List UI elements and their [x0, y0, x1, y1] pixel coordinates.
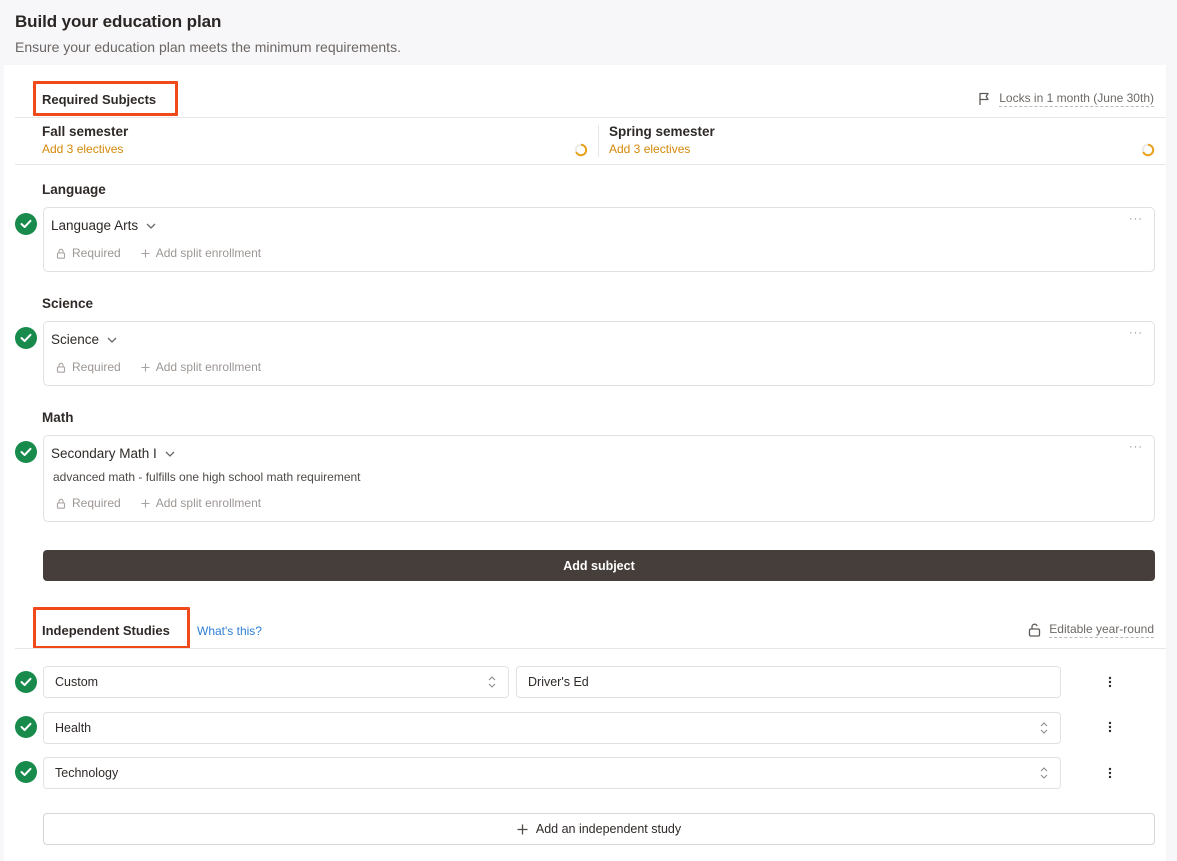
education-plan-card: Required Subjects Locks in 1 month (June…: [4, 65, 1166, 861]
whats-this-link[interactable]: What's this?: [197, 624, 262, 638]
required-label: Required: [72, 360, 121, 374]
required-indicator: Required: [56, 246, 121, 260]
add-independent-study-button[interactable]: Add an independent study: [43, 813, 1155, 845]
edit-note-text: Editable year-round: [1049, 622, 1154, 638]
subject-select-science[interactable]: Science: [51, 332, 117, 347]
check-circle-icon: [15, 671, 37, 693]
add-split-enrollment-label: Add split enrollment: [155, 496, 262, 510]
check-circle-icon: [15, 213, 37, 235]
required-indicator: Required: [56, 496, 121, 510]
more-options-icon[interactable]: ···: [1129, 213, 1143, 225]
spring-semester-note: Add 3 electives: [609, 142, 691, 156]
custom-study-input[interactable]: Driver's Ed: [516, 666, 1061, 698]
fall-progress-ring-icon: [574, 143, 588, 157]
subject-name: Language Arts: [51, 218, 139, 233]
add-split-enrollment-label: Add split enrollment: [155, 360, 262, 374]
divider: [15, 164, 1166, 165]
lock-icon: [56, 248, 66, 259]
edit-note: Editable year-round: [1028, 622, 1154, 638]
divider: [15, 648, 1166, 649]
required-label: Required: [72, 496, 121, 510]
category-select-technology[interactable]: Technology: [43, 757, 1061, 789]
up-down-chevron-icon: [1040, 722, 1048, 734]
group-label-science: Science: [42, 296, 94, 311]
chevron-down-icon: [107, 337, 117, 343]
lock-icon: [56, 362, 66, 373]
page-subtitle: Ensure your education plan meets the min…: [15, 39, 401, 55]
add-independent-study-label: Add an independent study: [535, 822, 682, 836]
spring-progress-ring-icon: [1141, 143, 1155, 157]
lock-note-text: Locks in 1 month (June 30th): [999, 91, 1154, 107]
row-menu-icon[interactable]: [1102, 765, 1118, 781]
subject-meta: Required Add split enrollment: [56, 496, 261, 510]
subject-name: Science: [51, 332, 100, 347]
subject-card-science: Science ··· Required Add split enrollmen…: [43, 321, 1155, 386]
check-circle-icon: [15, 327, 37, 349]
lock-note: Locks in 1 month (June 30th): [978, 91, 1154, 107]
up-down-chevron-icon: [1040, 767, 1048, 779]
group-label-math: Math: [42, 410, 74, 425]
subject-card-language: Language Arts ··· Required Add split enr…: [43, 207, 1155, 272]
category-select-custom[interactable]: Custom: [43, 666, 509, 698]
row-menu-icon[interactable]: [1102, 719, 1118, 735]
add-subject-button[interactable]: Add subject: [43, 550, 1155, 581]
custom-study-value: Driver's Ed: [528, 675, 589, 689]
subject-name: Secondary Math I: [51, 446, 157, 461]
unlock-icon: [1029, 623, 1041, 637]
plus-icon: [141, 499, 150, 507]
semester-separator: [598, 125, 599, 157]
divider: [15, 117, 1166, 118]
required-indicator: Required: [56, 360, 121, 374]
chevron-down-icon: [165, 451, 175, 457]
add-split-enrollment-button[interactable]: Add split enrollment: [141, 496, 261, 510]
up-down-chevron-icon: [488, 676, 496, 688]
plus-icon: [141, 249, 150, 257]
subject-description: advanced math - fulfills one high school…: [53, 470, 361, 484]
page-header: Build your education plan Ensure your ed…: [15, 12, 401, 55]
independent-studies-title: Independent Studies: [42, 623, 170, 638]
chevron-down-icon: [146, 223, 156, 229]
category-value: Technology: [55, 766, 119, 780]
category-value: Health: [55, 721, 92, 735]
group-label-language: Language: [42, 182, 106, 197]
category-value: Custom: [55, 675, 99, 689]
more-options-icon[interactable]: ···: [1129, 327, 1143, 339]
more-options-icon[interactable]: ···: [1129, 441, 1143, 453]
check-circle-icon: [15, 716, 37, 738]
subject-select-secondary-math[interactable]: Secondary Math I: [51, 446, 175, 461]
category-select-health[interactable]: Health: [43, 712, 1061, 744]
add-split-enrollment-button[interactable]: Add split enrollment: [141, 246, 261, 260]
subject-select-language-arts[interactable]: Language Arts: [51, 218, 156, 233]
plus-icon: [517, 824, 528, 834]
subject-card-math: Secondary Math I ··· advanced math - ful…: [43, 435, 1155, 522]
add-split-enrollment-button[interactable]: Add split enrollment: [141, 360, 261, 374]
required-subjects-title: Required Subjects: [42, 92, 157, 107]
check-circle-icon: [15, 441, 37, 463]
subject-meta: Required Add split enrollment: [56, 246, 261, 260]
add-split-enrollment-label: Add split enrollment: [155, 246, 262, 260]
required-label: Required: [72, 246, 121, 260]
row-menu-icon[interactable]: [1102, 674, 1118, 690]
fall-semester-note: Add 3 electives: [42, 142, 124, 156]
page-title: Build your education plan: [15, 12, 222, 31]
subject-meta: Required Add split enrollment: [56, 360, 261, 374]
check-circle-icon: [15, 761, 37, 783]
fall-semester-title: Fall semester: [42, 124, 129, 139]
plus-icon: [141, 363, 150, 371]
spring-semester-title: Spring semester: [609, 124, 715, 139]
lock-icon: [56, 498, 66, 509]
flag-icon: [979, 92, 989, 105]
